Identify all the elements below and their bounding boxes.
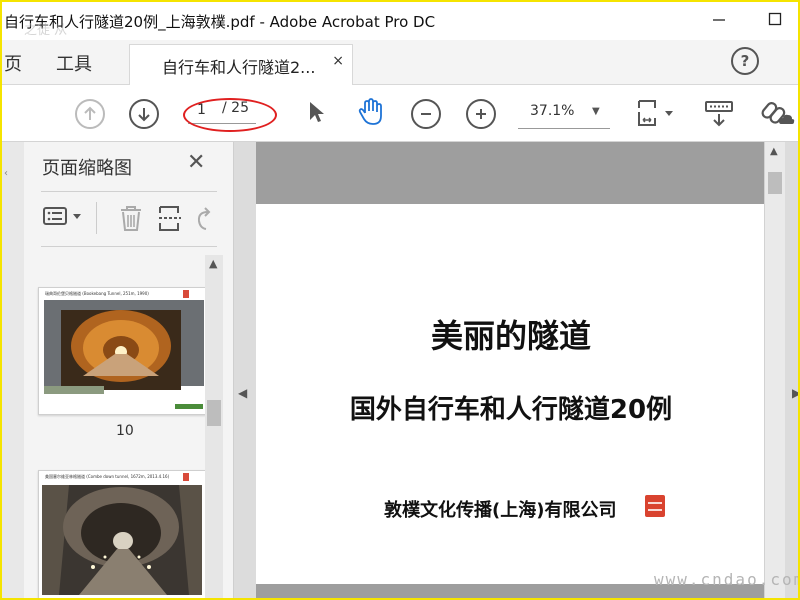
- zoom-underline: [518, 128, 610, 129]
- plus-icon: [476, 109, 486, 119]
- thumbnail-page-10[interactable]: 瑞典哥伦堡贝格隧道 (Bookebang Tunnel, 251m, 1990): [38, 287, 206, 415]
- seal-icon: [183, 290, 189, 298]
- navigation-pane-strip: ‹: [2, 142, 25, 598]
- insert-page-button[interactable]: [157, 204, 183, 237]
- panel-divider-2: [41, 246, 217, 247]
- thumbnail-scrollbar[interactable]: ▲: [205, 255, 223, 598]
- seal-icon: [183, 473, 189, 481]
- options-menu-button[interactable]: [43, 206, 87, 231]
- document-tab-label: 自行车和人行隧道2...: [162, 58, 316, 77]
- page-fit-button[interactable]: [634, 97, 678, 129]
- panel-divider: [41, 191, 217, 192]
- menu-home[interactable]: 页: [4, 50, 22, 76]
- document-title: 美丽的隧道: [430, 317, 591, 355]
- tunnel-photo: [42, 485, 202, 595]
- title-overlay-artifact: 之徒 从: [24, 23, 68, 38]
- document-company: 敦樸文化传播(上海)有限公司: [384, 500, 617, 521]
- hand-icon: [358, 98, 382, 125]
- scroll-up-icon[interactable]: ▲: [770, 146, 778, 157]
- tunnel-photo: [44, 300, 204, 409]
- next-page-button[interactable]: [129, 99, 159, 129]
- minimize-button[interactable]: [702, 6, 736, 32]
- document-tab[interactable]: 自行车和人行隧道2... ×: [129, 44, 353, 85]
- trash-icon: [121, 206, 141, 231]
- thumbnail-caption: 瑞典哥伦堡贝格隧道 (Bookebang Tunnel, 251m, 1990): [45, 291, 149, 296]
- maximize-icon: [768, 12, 782, 26]
- collapse-left-pane-icon[interactable]: ◀: [238, 386, 247, 400]
- help-icon[interactable]: ?: [731, 47, 759, 75]
- scrollbar-thumb[interactable]: [207, 400, 221, 426]
- document-scrollbar[interactable]: ▲: [764, 142, 785, 598]
- scroll-mode-button[interactable]: [702, 97, 736, 129]
- arrow-down-icon: [138, 108, 150, 122]
- previous-page-button[interactable]: [75, 99, 105, 129]
- vertical-divider: [96, 202, 97, 234]
- annotation-ellipse: [183, 98, 277, 132]
- delete-page-button[interactable]: [118, 204, 144, 237]
- page-insert-icon: [159, 206, 181, 231]
- toolbar: 1 / 25 37.1% ▼: [2, 85, 798, 142]
- panel-close-button[interactable]: ✕: [187, 150, 205, 175]
- rotate-page-button[interactable]: [194, 204, 214, 237]
- scroll-up-icon[interactable]: ▲: [209, 257, 217, 270]
- menu-tools[interactable]: 工具: [56, 50, 92, 76]
- scrollbar-thumb[interactable]: [768, 172, 782, 194]
- rotate-icon: [197, 207, 211, 230]
- zoom-in-button[interactable]: [466, 99, 496, 129]
- zoom-level-select[interactable]: 37.1%: [520, 103, 620, 119]
- tab-row: 页 工具 自行车和人行隧道2... ×: [2, 40, 798, 85]
- hand-tool-button[interactable]: [354, 96, 388, 128]
- minimize-icon: [713, 19, 725, 21]
- page-thumbnails-panel: 页面缩略图 ✕ 瑞典哥伦堡贝格隧道 (Bookebang Tunnel, 251…: [24, 142, 234, 598]
- document-tab-close-button[interactable]: ×: [332, 53, 344, 69]
- panel-title: 页面缩略图: [42, 158, 132, 179]
- select-tool-button[interactable]: [303, 97, 329, 127]
- thumbnail-page-11[interactable]: 美国塞尔维亚林格隧道 (Combe down tunnel, 1672m, 20…: [38, 470, 206, 598]
- window-title: 自行车和人行隧道20例_上海敦樸.pdf - Adobe Acrobat Pro…: [4, 13, 436, 31]
- maximize-button[interactable]: [758, 6, 792, 32]
- keyboard-scroll-icon: [705, 101, 733, 127]
- link-cloud-icon: [761, 102, 795, 124]
- thumbnail-caption: 美国塞尔维亚林格隧道 (Combe down tunnel, 1672m, 20…: [45, 474, 170, 479]
- watermark: www.cndao.com: [654, 570, 800, 589]
- arrow-up-icon: [84, 106, 96, 120]
- list-options-icon: [43, 207, 81, 225]
- document-page: 美丽的隧道 国外自行车和人行隧道20例 敦樸文化传播(上海)有限公司: [256, 204, 766, 584]
- document-subtitle: 国外自行车和人行隧道20例: [349, 395, 673, 425]
- acrobat-window: 自行车和人行隧道20例_上海敦樸.pdf - Adobe Acrobat Pro…: [0, 0, 800, 600]
- zoom-out-button[interactable]: [411, 99, 441, 129]
- title-bar: 自行车和人行隧道20例_上海敦樸.pdf - Adobe Acrobat Pro…: [2, 2, 798, 40]
- collapse-left-icon[interactable]: ‹: [4, 168, 8, 179]
- cursor-arrow-icon: [310, 102, 324, 122]
- thumbnail-page-number: 10: [116, 423, 134, 439]
- seal-icon: [645, 495, 665, 517]
- previous-page-area: [256, 142, 766, 204]
- fit-page-icon: [638, 100, 673, 126]
- minus-icon: [421, 113, 431, 115]
- zoom-dropdown-icon[interactable]: ▼: [592, 106, 600, 117]
- document-viewer: ◀ 美丽的隧道 国外自行车和人行隧道20例 敦樸文化传播(上海)有限公司 ▲ ▶: [234, 142, 798, 598]
- share-link-button[interactable]: [758, 97, 796, 129]
- collapse-right-pane-icon[interactable]: ▶: [792, 386, 798, 400]
